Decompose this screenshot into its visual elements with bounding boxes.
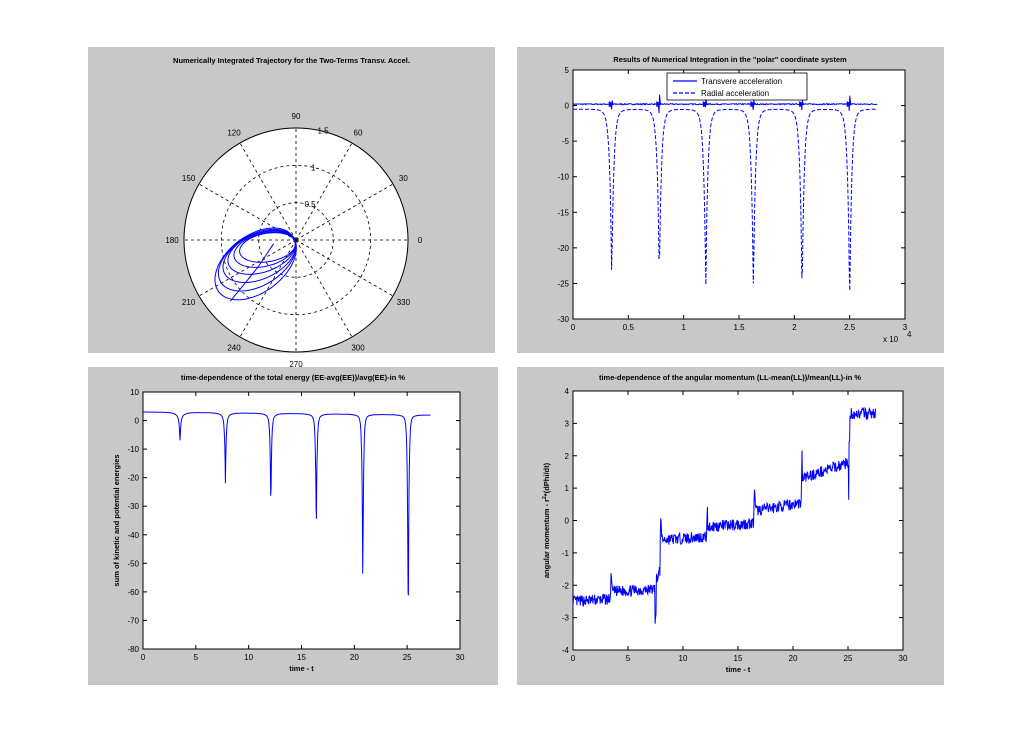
x-tick-label: 30 [899,654,908,663]
x-tick-label: 5 [194,653,199,662]
legend-entry: Radial acceleration [701,89,769,98]
y-tick-label: -30 [557,315,569,324]
angular-tick-label: 210 [182,298,196,307]
energy-chart: time-dependence of the total energy (EE-… [112,373,465,673]
y-tick-label: 1 [565,484,570,493]
x-tick-label: 15 [297,653,306,662]
acceleration-chart: Results of Numerical Integration in the … [557,55,912,344]
legend-entry: Transvere acceleration [701,77,782,86]
angular-tick-label: 150 [182,174,196,183]
y-tick-label: -10 [557,173,569,182]
y-tick-label: -70 [127,616,139,625]
y-tick-label: -30 [127,502,139,511]
x-tick-label: 0.5 [623,323,635,332]
x-tick-label: 30 [456,653,465,662]
angular-tick-label: 180 [165,236,179,245]
plot-area [572,69,906,320]
x-tick-label: 5 [626,654,631,663]
x-tick-label: 10 [679,654,688,663]
x-tick-label: 1.5 [733,323,745,332]
x-tick-label: 2.5 [844,323,856,332]
x-tick-label: 20 [789,654,798,663]
energy-panel: time-dependence of the total energy (EE-… [88,367,498,685]
y-tick-label: 2 [565,452,570,461]
angular-momentum-chart: time-dependence of the angular momentum … [542,373,908,674]
y-tick-label: -4 [562,646,570,655]
chart-title: time-dependence of the total energy (EE-… [181,373,406,382]
y-tick-label: 0 [565,517,570,526]
y-tick-label: -25 [557,279,569,288]
x-tick-label: 20 [350,653,359,662]
radial-tick-label: 1 [311,163,316,172]
x-tick-label: 25 [844,654,853,663]
y-axis-label: sum of kinetic and potential energies [112,454,121,586]
x-exponent-power: 4 [907,330,912,339]
angular-tick-label: 90 [292,112,301,121]
x-axis-label: time - t [726,665,751,674]
y-tick-label: -60 [127,588,139,597]
angular-tick-label: 30 [399,174,408,183]
plot-area [142,391,461,650]
angular-tick-label: 330 [397,298,411,307]
y-tick-label: 10 [130,388,139,397]
y-tick-label: -40 [127,531,139,540]
angular-momentum-panel: time-dependence of the angular momentum … [517,367,944,685]
y-tick-label: -20 [557,244,569,253]
polar-trajectory-chart: Numerically Integrated Trajectory for th… [165,56,423,369]
y-tick-label: 5 [565,66,570,75]
angular-tick-label: 120 [227,129,241,138]
y-tick-label: 0 [135,417,140,426]
x-tick-label: 25 [403,653,412,662]
x-tick-label: 2 [792,323,797,332]
y-tick-label: -80 [127,645,139,654]
y-tick-label: -2 [562,581,570,590]
acceleration-panel: Results of Numerical Integration in the … [517,47,944,353]
y-tick-label: 0 [565,102,570,111]
radial-tick-label: 1.5 [317,127,329,136]
angular-tick-label: 60 [354,129,363,138]
angular-tick-label: 300 [351,343,365,352]
x-axis-label: time - t [289,664,314,673]
y-tick-label: -3 [562,614,570,623]
y-tick-label: -20 [127,474,139,483]
y-axis-label: angular momentum - r2*(dPhi/dt) [542,462,551,578]
x-tick-label: 0 [141,653,146,662]
angular-tick-label: 0 [418,236,423,245]
y-tick-label: -10 [127,445,139,454]
x-tick-label: 10 [244,653,253,662]
chart-title: Numerically Integrated Trajectory for th… [173,56,410,65]
chart-title: time-dependence of the angular momentum … [599,373,861,382]
plot-area [572,390,904,651]
polar-trajectory-panel: Numerically Integrated Trajectory for th… [88,47,495,369]
x-tick-label: 15 [734,654,743,663]
y-tick-label: 4 [565,387,570,396]
y-tick-label: -1 [562,549,570,558]
x-tick-label: 0 [571,654,576,663]
y-tick-label: 3 [565,419,570,428]
y-tick-label: -5 [562,137,570,146]
angular-tick-label: 240 [227,343,241,352]
x-exponent-label: x 10 [883,335,899,344]
y-tick-label: -50 [127,559,139,568]
x-tick-label: 1 [681,323,686,332]
y-tick-label: -15 [557,208,569,217]
chart-title: Results of Numerical Integration in the … [613,55,847,64]
x-tick-label: 0 [571,323,576,332]
